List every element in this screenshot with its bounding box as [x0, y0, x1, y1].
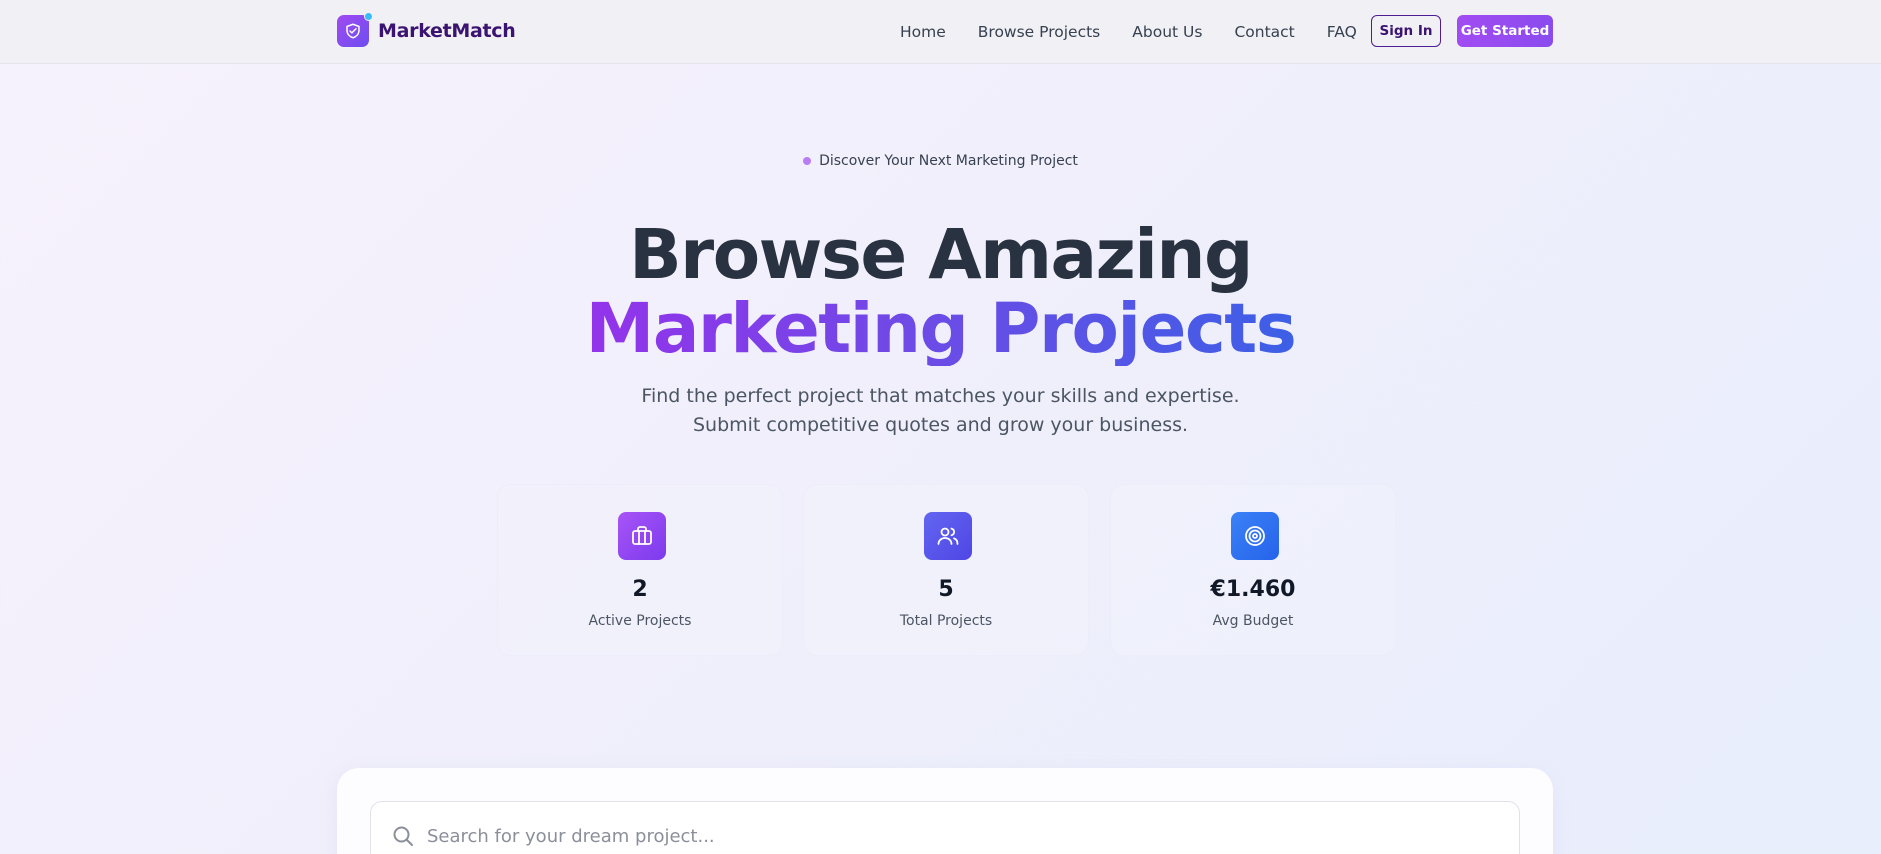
nav-link-browse-projects[interactable]: Browse Projects [978, 23, 1100, 41]
brand-logo[interactable]: MarketMatch [337, 12, 516, 47]
search-icon [393, 826, 413, 846]
nav-link-contact[interactable]: Contact [1234, 23, 1294, 41]
hero-title: Browse Amazing Marketing Projects [0, 218, 1881, 366]
stat-card-total-projects: 5 Total Projects [803, 484, 1089, 656]
hero-subtitle: Find the perfect project that matches yo… [641, 385, 1240, 436]
sign-in-button[interactable]: Sign In [1371, 15, 1441, 47]
stat-card-active-projects: 2 Active Projects [497, 484, 783, 656]
search-box[interactable] [370, 801, 1520, 854]
stat-label: Avg Budget [1212, 613, 1294, 629]
hero-badge: Discover Your Next Marketing Project [0, 153, 1881, 169]
hero-title-line1: Browse Amazing [629, 215, 1253, 295]
search-input[interactable] [427, 816, 1477, 854]
nav-link-faq[interactable]: FAQ [1327, 23, 1357, 41]
get-started-button[interactable]: Get Started [1457, 15, 1553, 47]
brand-name: MarketMatch [378, 20, 516, 42]
stat-card-avg-budget: €1.460 Avg Budget [1110, 484, 1396, 656]
stat-label: Total Projects [899, 613, 993, 629]
stat-value: €1.460 [1210, 577, 1296, 602]
stat-value: 2 [632, 577, 648, 602]
briefcase-icon [618, 512, 666, 560]
notification-dot [364, 12, 373, 21]
navbar: MarketMatch Home Browse Projects About U… [0, 0, 1881, 64]
stat-label: Active Projects [588, 613, 692, 629]
nav-link-about-us[interactable]: About Us [1132, 23, 1202, 41]
hero-badge-text: Discover Your Next Marketing Project [819, 153, 1078, 169]
nav-link-home[interactable]: Home [900, 23, 946, 41]
nav-links: Home Browse Projects About Us Contact FA… [900, 0, 1357, 64]
target-icon [1231, 512, 1279, 560]
badge-dot-icon [803, 157, 812, 165]
handshake-shield-icon [337, 12, 373, 47]
hero-title-line2: Marketing Projects [585, 289, 1297, 369]
search-panel [337, 768, 1553, 854]
users-icon [924, 512, 972, 560]
stat-value: 5 [938, 577, 954, 602]
